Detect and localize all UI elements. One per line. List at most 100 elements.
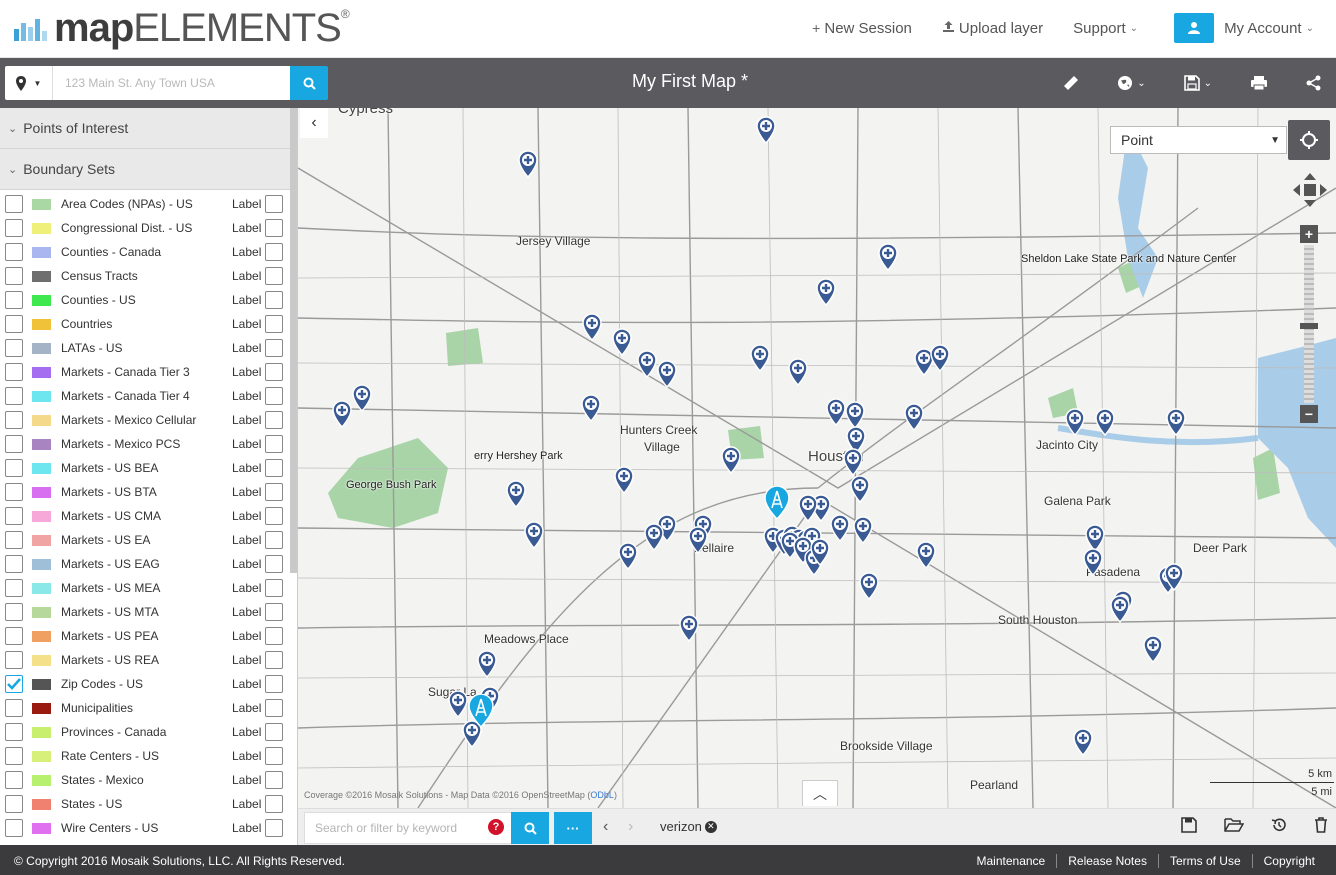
save-results-button[interactable] xyxy=(1181,817,1197,833)
label-checkbox[interactable] xyxy=(265,795,283,813)
poi-pin-icon[interactable] xyxy=(816,278,836,307)
layer-checkbox[interactable] xyxy=(5,675,23,693)
history-button[interactable] xyxy=(1271,817,1287,833)
poi-pin-icon[interactable] xyxy=(614,466,634,495)
poi-pin-icon[interactable] xyxy=(756,116,776,145)
poi-pin-icon[interactable] xyxy=(477,650,497,679)
footer-link[interactable]: Release Notes xyxy=(1056,854,1158,868)
expand-results-button[interactable]: ︿ xyxy=(802,780,838,806)
location-type-dropdown[interactable]: ▼ xyxy=(5,66,53,100)
print-button[interactable] xyxy=(1250,75,1268,91)
poi-pin-icon[interactable] xyxy=(810,538,830,567)
poi-pin-icon[interactable] xyxy=(930,344,950,373)
poi-pin-icon[interactable] xyxy=(845,401,865,430)
layer-row[interactable]: States - US Label xyxy=(0,792,297,816)
pan-control[interactable] xyxy=(1292,172,1328,208)
layer-checkbox[interactable] xyxy=(5,219,23,237)
poi-pin-icon[interactable] xyxy=(1065,408,1085,437)
measure-ruler-button[interactable] xyxy=(1063,75,1079,91)
odbl-link[interactable]: ODbL xyxy=(590,790,614,800)
poi-pin-icon[interactable] xyxy=(352,384,372,413)
zoom-in-button[interactable]: + xyxy=(1300,225,1318,243)
layer-row[interactable]: Markets - US BEA Label xyxy=(0,456,297,480)
layer-row[interactable]: Markets - US REA Label xyxy=(0,648,297,672)
layer-checkbox[interactable] xyxy=(5,699,23,717)
label-checkbox[interactable] xyxy=(265,819,283,837)
footer-link[interactable]: Copyright xyxy=(1251,854,1326,868)
poi-pin-icon[interactable] xyxy=(721,446,741,475)
layer-row[interactable]: Zip Codes - US Label xyxy=(0,672,297,696)
poi-pin-icon[interactable] xyxy=(688,526,708,555)
layer-checkbox[interactable] xyxy=(5,387,23,405)
footer-link[interactable]: Maintenance xyxy=(966,854,1057,868)
poi-pin-icon[interactable] xyxy=(1083,548,1103,577)
label-checkbox[interactable] xyxy=(265,723,283,741)
layer-checkbox[interactable] xyxy=(5,795,23,813)
support-menu[interactable]: Support ⌄ xyxy=(1073,20,1138,37)
layer-row[interactable]: Counties - US Label xyxy=(0,288,297,312)
layer-row[interactable]: Area Codes (NPAs) - US Label xyxy=(0,192,297,216)
points-of-interest-header[interactable]: ⌄ Points of Interest xyxy=(0,108,297,149)
layer-checkbox[interactable] xyxy=(5,243,23,261)
poi-pin-icon[interactable] xyxy=(843,448,863,477)
label-checkbox[interactable] xyxy=(265,531,283,549)
layer-row[interactable]: Markets - Mexico Cellular Label xyxy=(0,408,297,432)
label-checkbox[interactable] xyxy=(265,267,283,285)
poi-pin-icon[interactable] xyxy=(582,313,602,342)
more-options-button[interactable]: ··· xyxy=(554,812,592,844)
poi-pin-icon[interactable] xyxy=(524,521,544,550)
my-account-menu[interactable]: My Account ⌄ xyxy=(1224,20,1314,37)
layer-row[interactable]: Markets - US MEA Label xyxy=(0,576,297,600)
poi-pin-icon[interactable] xyxy=(679,614,699,643)
sidebar-scrollbar[interactable] xyxy=(290,108,297,573)
save-menu-button[interactable]: ⌄ xyxy=(1183,75,1212,91)
layer-checkbox[interactable] xyxy=(5,603,23,621)
basemap-menu-button[interactable]: ⌄ xyxy=(1117,75,1146,91)
layer-checkbox[interactable] xyxy=(5,555,23,573)
share-button[interactable] xyxy=(1306,75,1322,91)
layer-row[interactable]: Markets - US EA Label xyxy=(0,528,297,552)
label-checkbox[interactable] xyxy=(265,387,283,405)
zoom-slider-thumb[interactable] xyxy=(1300,323,1318,329)
label-checkbox[interactable] xyxy=(265,579,283,597)
label-checkbox[interactable] xyxy=(265,435,283,453)
cell-tower-pin-icon[interactable] xyxy=(468,693,494,729)
remove-tag-icon[interactable]: ✕ xyxy=(704,820,717,833)
brand-logo[interactable]: mapELEMENTS® xyxy=(14,6,350,50)
poi-pin-icon[interactable] xyxy=(1166,408,1186,437)
layer-row[interactable]: Congressional Dist. - US Label xyxy=(0,216,297,240)
layer-checkbox[interactable] xyxy=(5,723,23,741)
layer-row[interactable]: Markets - US MTA Label xyxy=(0,600,297,624)
layer-checkbox[interactable] xyxy=(5,747,23,765)
poi-pin-icon[interactable] xyxy=(1095,408,1115,437)
layer-row[interactable]: Markets - US PEA Label xyxy=(0,624,297,648)
layer-checkbox[interactable] xyxy=(5,339,23,357)
address-search-input[interactable] xyxy=(53,66,290,100)
upload-layer-link[interactable]: Upload layer xyxy=(942,20,1043,37)
filter-search-button[interactable] xyxy=(511,812,549,844)
layer-row[interactable]: Countries Label xyxy=(0,312,297,336)
layer-checkbox[interactable] xyxy=(5,579,23,597)
zoom-out-button[interactable]: − xyxy=(1300,405,1318,423)
layer-row[interactable]: States - Mexico Label xyxy=(0,768,297,792)
layer-checkbox[interactable] xyxy=(5,291,23,309)
label-checkbox[interactable] xyxy=(265,483,283,501)
poi-pin-icon[interactable] xyxy=(332,400,352,429)
next-page-icon[interactable]: › xyxy=(628,818,633,836)
poi-pin-icon[interactable] xyxy=(644,523,664,552)
label-checkbox[interactable] xyxy=(265,603,283,621)
poi-pin-icon[interactable] xyxy=(859,572,879,601)
footer-link[interactable]: Terms of Use xyxy=(1157,854,1252,868)
help-icon[interactable]: ? xyxy=(488,819,504,835)
poi-pin-icon[interactable] xyxy=(750,344,770,373)
layer-row[interactable]: Counties - Canada Label xyxy=(0,240,297,264)
label-checkbox[interactable] xyxy=(265,627,283,645)
layer-row[interactable]: Provinces - Canada Label xyxy=(0,720,297,744)
label-checkbox[interactable] xyxy=(265,243,283,261)
poi-pin-icon[interactable] xyxy=(612,328,632,357)
draw-mode-select[interactable]: Point ▼ xyxy=(1110,126,1287,154)
label-checkbox[interactable] xyxy=(265,747,283,765)
layer-checkbox[interactable] xyxy=(5,483,23,501)
layer-row[interactable]: Wire Centers - US Label xyxy=(0,816,297,840)
boundary-sets-header[interactable]: ⌄ Boundary Sets xyxy=(0,149,297,190)
